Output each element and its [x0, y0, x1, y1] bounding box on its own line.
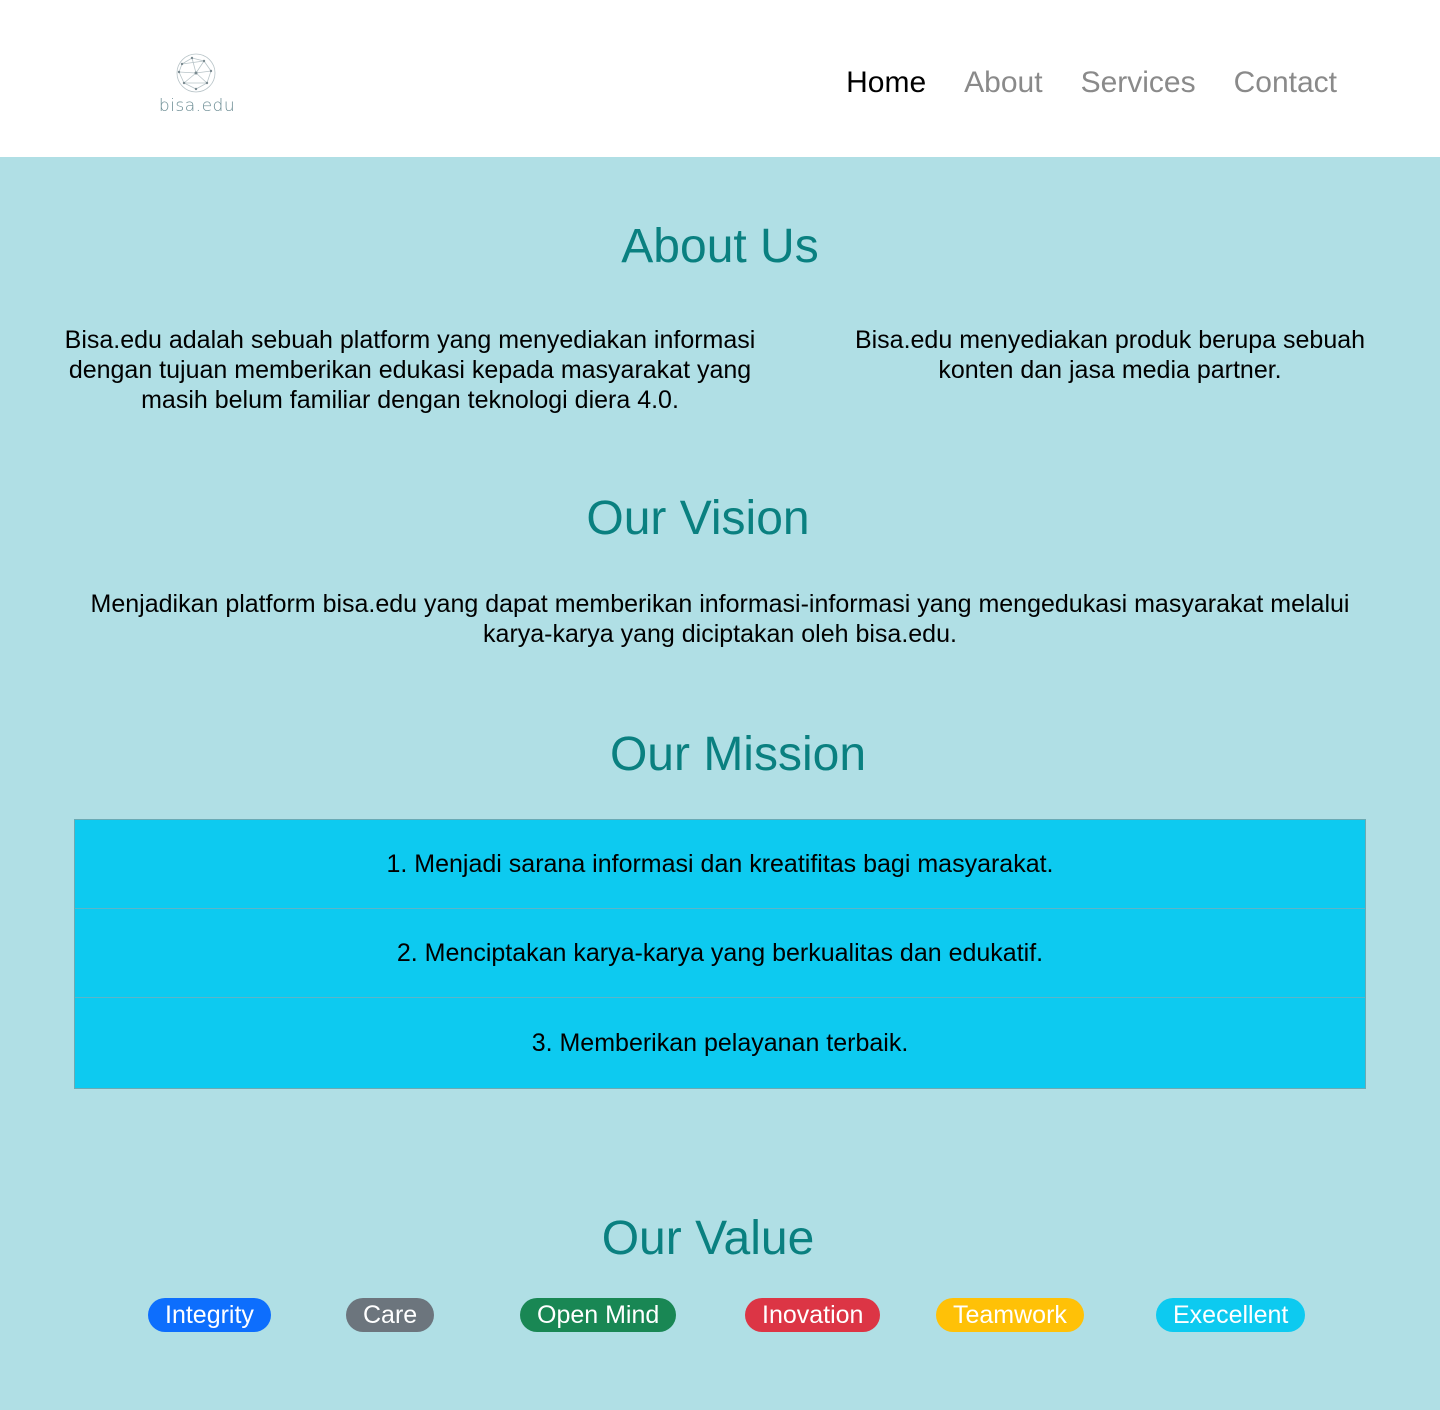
- badge-integrity: Integrity: [148, 1298, 271, 1332]
- mission-list: 1. Menjadi sarana informasi dan kreatifi…: [74, 819, 1366, 1089]
- about-description-right: Bisa.edu menyediakan produk berupa sebua…: [854, 326, 1366, 384]
- logo[interactable]: bisa.edu: [154, 52, 240, 122]
- badge-teamwork: Teamwork: [936, 1298, 1084, 1332]
- value-badges: Integrity Care Open Mind Inovation Teamw…: [0, 1298, 1440, 1334]
- badge-execellent: Execellent: [1156, 1298, 1306, 1332]
- network-globe-icon: [176, 53, 216, 93]
- nav-about[interactable]: About: [945, 60, 1061, 106]
- about-columns: Bisa.edu adalah sebuah platform yang men…: [40, 325, 1400, 415]
- mission-item: 3. Memberikan pelayanan terbaik.: [531, 1028, 909, 1057]
- about-description-left: Bisa.edu adalah sebuah platform yang men…: [64, 326, 756, 414]
- badge-inovation: Inovation: [745, 1298, 881, 1332]
- main-nav: Home About Services Contact: [827, 60, 1356, 106]
- badge-open-mind: Open Mind: [520, 1298, 677, 1332]
- nav-services[interactable]: Services: [1062, 60, 1215, 106]
- vision-text: Menjadikan platform bisa.edu yang dapat …: [90, 590, 1350, 648]
- badge-care: Care: [346, 1298, 435, 1332]
- navbar: bisa.edu Home About Services Contact: [0, 0, 1440, 157]
- nav-contact[interactable]: Contact: [1215, 60, 1356, 106]
- vision-title: Our Vision: [586, 492, 810, 545]
- mission-item: 1. Menjadi sarana informasi dan kreatifi…: [75, 820, 1365, 909]
- nav-home[interactable]: Home: [827, 60, 945, 106]
- logo-text: bisa.edu: [158, 96, 236, 116]
- mission-item: 2. Menciptakan karya-karya yang berkuali…: [75, 909, 1365, 998]
- value-title: Our Value: [601, 1212, 815, 1265]
- mission-title: Our Mission: [609, 728, 867, 781]
- about-title: About Us: [621, 220, 819, 273]
